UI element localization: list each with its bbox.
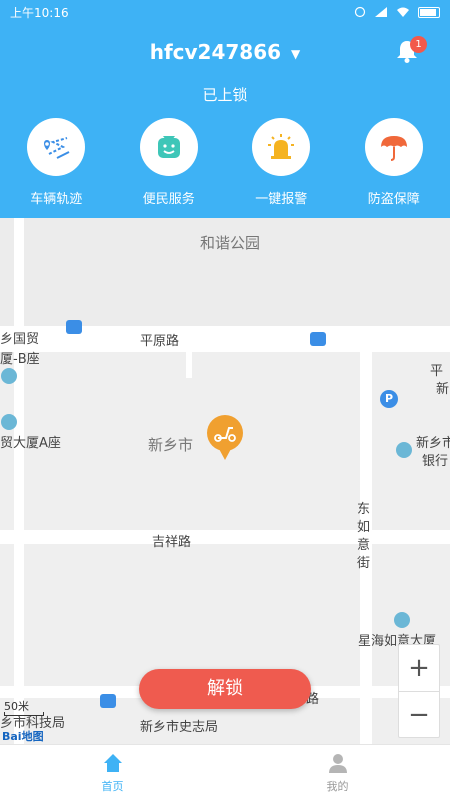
map-label-street: 街	[357, 556, 371, 571]
tab-bar: 首页 我的	[0, 744, 450, 800]
map-view[interactable]: 和谐公园 平原路 乡国贸 厦-B座 贸大厦A座 新乡市 吉祥路 东 如 意 街 …	[0, 218, 450, 744]
zoom-out-button[interactable]: −	[399, 691, 439, 737]
baidu-map-logo: Bai地图	[2, 728, 44, 744]
map-label-street: 意	[357, 538, 371, 553]
map-label-street: 如	[357, 520, 371, 535]
home-icon	[103, 753, 122, 772]
status-icons	[354, 6, 440, 18]
tab-label: 首页	[101, 779, 124, 793]
road	[14, 218, 24, 744]
quick-action-label: 便民服务	[142, 192, 195, 207]
map-label-building: 新	[436, 382, 450, 397]
bus-stop-icon[interactable]	[100, 694, 116, 708]
wifi-icon	[397, 7, 409, 17]
map-label-building: 乡国贸	[0, 332, 40, 347]
building-poi-icon[interactable]	[394, 612, 410, 628]
quick-action-label: 防盗保障	[367, 192, 420, 207]
bus-stop-icon[interactable]	[310, 332, 326, 346]
bus-stop-icon[interactable]	[66, 320, 82, 334]
map-scale-bar	[4, 712, 44, 716]
quick-action-theft[interactable]: 防盗保障	[338, 118, 450, 207]
chevron-down-icon: ▼	[291, 46, 301, 61]
device-name: hfcv247866	[149, 40, 282, 64]
status-bar: 上午10:16	[0, 0, 450, 24]
map-label-street: 东	[357, 502, 371, 517]
quick-action-service[interactable]: 便民服务	[113, 118, 226, 207]
status-time: 上午10:16	[10, 5, 69, 20]
header: hfcv247866 ▼ 1 已上锁 车辆轨迹 便民服务 一键报警 防盗保障	[0, 24, 450, 218]
user-icon	[328, 753, 347, 773]
tab-home[interactable]: 首页	[0, 745, 225, 800]
umbrella-icon	[364, 118, 423, 176]
map-label-building: 平	[430, 364, 444, 379]
building-poi-icon[interactable]	[1, 414, 17, 430]
quick-action-label: 车辆轨迹	[30, 192, 83, 207]
map-label-city: 新乡市	[148, 436, 194, 454]
unlock-button[interactable]: 解锁	[139, 669, 311, 709]
tab-label: 我的	[326, 779, 349, 793]
device-selector[interactable]: hfcv247866 ▼	[0, 40, 450, 64]
road	[186, 344, 192, 378]
parking-icon[interactable]: P	[380, 390, 398, 408]
lock-status: 已上锁	[202, 86, 248, 104]
service-icon	[139, 118, 198, 176]
alarm-icon	[252, 118, 311, 176]
quick-action-track[interactable]: 车辆轨迹	[0, 118, 113, 207]
map-label-park: 和谐公园	[200, 234, 261, 252]
map-label-road: 平原路	[140, 334, 180, 349]
zoom-in-button[interactable]: +	[399, 645, 439, 691]
map-label-bank: 新乡市	[416, 436, 450, 451]
route-icon	[27, 118, 86, 176]
logo-text: Bai	[2, 730, 22, 743]
tab-mine[interactable]: 我的	[225, 745, 450, 800]
scooter-location-pin-icon[interactable]	[204, 414, 246, 464]
quick-action-alarm[interactable]: 一键报警	[225, 118, 338, 207]
building-poi-icon[interactable]	[1, 368, 17, 384]
map-label-bank: 银行	[422, 454, 449, 469]
road	[0, 530, 450, 544]
map-label-building: 贸大厦A座	[0, 436, 61, 451]
notification-badge: 1	[410, 36, 427, 53]
quick-actions: 车辆轨迹 便民服务 一键报警 防盗保障	[0, 118, 450, 207]
map-label-building: 新乡市史志局	[140, 720, 219, 735]
map-label-building: 厦-B座	[0, 352, 40, 367]
alarm-clock-icon	[354, 6, 366, 18]
zoom-control: + −	[398, 644, 440, 738]
building-poi-icon[interactable]	[396, 442, 412, 458]
signal-icon	[375, 7, 387, 17]
battery-icon	[418, 6, 440, 18]
map-label-road: 吉祥路	[152, 535, 192, 550]
logo-text: 地图	[21, 730, 44, 743]
quick-action-label: 一键报警	[255, 192, 308, 207]
